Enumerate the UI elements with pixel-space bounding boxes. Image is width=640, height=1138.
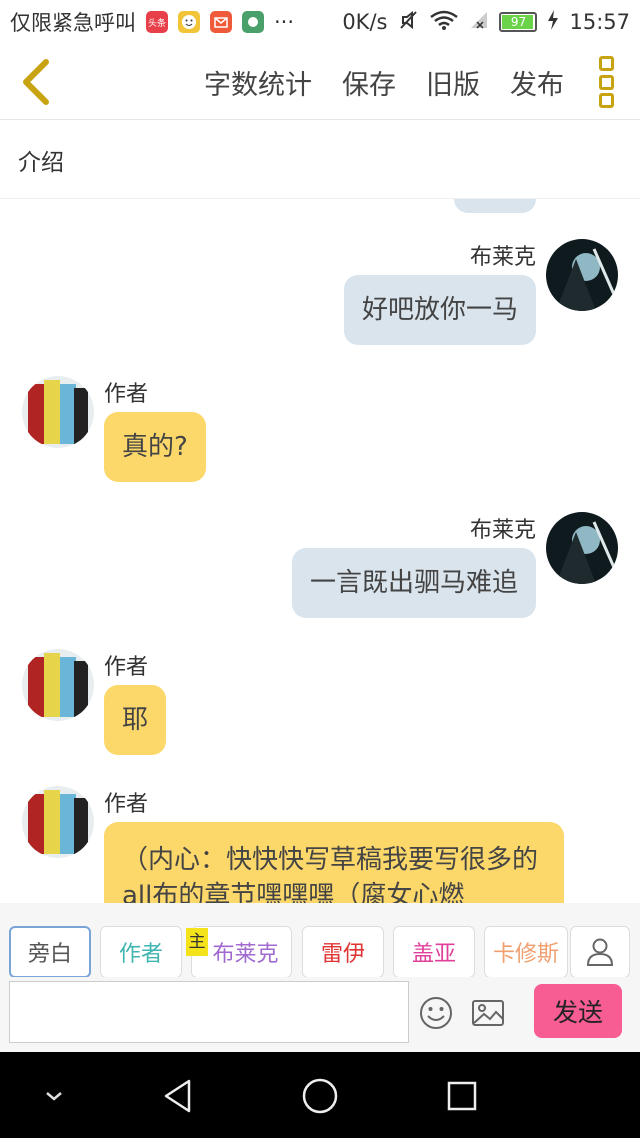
- menu-dot-icon: [598, 56, 614, 71]
- signal-icon: [469, 10, 489, 35]
- avatar-author[interactable]: [22, 786, 94, 858]
- role-label: 布莱克: [212, 942, 279, 967]
- role-label: 旁白: [27, 942, 72, 967]
- avatar-author[interactable]: [22, 376, 94, 448]
- role-label: 雷伊: [320, 942, 365, 967]
- game-app-icon: [242, 11, 264, 33]
- hide-keyboard-button[interactable]: [32, 1074, 76, 1118]
- square-recents-icon: [447, 1081, 477, 1111]
- chevron-left-icon: [23, 58, 49, 105]
- more-menu-button[interactable]: [594, 56, 618, 108]
- chevron-down-icon: [46, 1092, 62, 1101]
- send-button[interactable]: 发送: [534, 984, 622, 1038]
- smiley-app-icon: [178, 11, 200, 33]
- status-bar: 仅限紧急呼叫 头条 ··· 0K/s 97 15:57: [0, 0, 640, 44]
- nav-recents-button[interactable]: [440, 1074, 484, 1118]
- role-gaia[interactable]: 盖亚: [393, 926, 475, 978]
- charging-icon: [547, 9, 559, 36]
- role-label: 作者: [118, 942, 163, 967]
- role-label: 卡修斯: [492, 942, 559, 967]
- role-leiyi[interactable]: 雷伊: [302, 926, 384, 978]
- role-cassius[interactable]: 卡修斯: [484, 926, 568, 978]
- menu-dot-icon: [598, 74, 614, 90]
- composer-bar: 发送: [0, 977, 640, 1052]
- battery-indicator: 97: [499, 12, 538, 32]
- wifi-icon: [429, 9, 459, 36]
- mute-icon: [397, 9, 419, 36]
- editor-toolbar: 字数统计 保存 旧版 发布: [0, 44, 640, 120]
- sender-name: 作者: [104, 792, 149, 817]
- person-icon: [586, 938, 614, 966]
- smiley-icon: [420, 997, 452, 1029]
- intro-label: 介绍: [18, 149, 64, 176]
- message-input[interactable]: [9, 981, 409, 1043]
- avatar-author[interactable]: [22, 649, 94, 721]
- circle-home-icon: [302, 1078, 338, 1114]
- message-bubble[interactable]: 真的?: [104, 412, 206, 482]
- avatar-blake[interactable]: [546, 239, 618, 311]
- mail-app-icon: [210, 11, 232, 33]
- emoji-button[interactable]: [418, 995, 454, 1031]
- carrier-text: 仅限紧急呼叫: [10, 11, 136, 35]
- word-count-button[interactable]: 字数统计: [204, 63, 312, 102]
- toutiao-icon: 头条: [146, 11, 168, 33]
- image-button[interactable]: [470, 995, 506, 1031]
- system-nav-bar: [0, 1052, 640, 1138]
- message-bubble[interactable]: 耶: [104, 685, 167, 755]
- triangle-back-icon: [164, 1079, 191, 1113]
- publish-button[interactable]: 发布: [510, 63, 564, 102]
- clock: 15:57: [569, 10, 630, 34]
- back-button[interactable]: [0, 44, 70, 120]
- role-label: 盖亚: [411, 942, 456, 967]
- chat-area[interactable]: 布莱克 好吧放你一马 作者 真的? 布莱克 一言既出驷马难追 作者 耶 作者 （…: [0, 199, 640, 903]
- intro-row[interactable]: 介绍: [0, 121, 640, 199]
- image-icon: [472, 1000, 504, 1026]
- sender-name: 布莱克: [469, 245, 536, 270]
- net-speed: 0K/s: [342, 10, 388, 34]
- sender-name: 布莱克: [469, 518, 536, 543]
- old-version-button[interactable]: 旧版: [426, 63, 480, 102]
- save-button[interactable]: 保存: [342, 63, 396, 102]
- role-selector: 旁白 作者 布莱克 主 雷伊 盖亚 卡修斯: [0, 903, 640, 978]
- main-role-badge: 主: [186, 928, 208, 956]
- battery-level: 97: [510, 15, 527, 29]
- role-author[interactable]: 作者: [100, 926, 182, 978]
- message-bubble[interactable]: （内心：快快快写草稿我要写很多的all布的章节嘿嘿嘿（腐女心燃: [104, 822, 564, 903]
- add-role-button[interactable]: [570, 926, 630, 978]
- role-narrator[interactable]: 旁白: [9, 926, 91, 978]
- message-bubble[interactable]: 好吧放你一马: [343, 275, 536, 345]
- more-notifications-icon: ···: [274, 10, 295, 34]
- message-bubble[interactable]: 一言既出驷马难追: [291, 548, 536, 618]
- nav-back-button[interactable]: [156, 1074, 200, 1118]
- sender-name: 作者: [104, 382, 149, 407]
- previous-message-bubble[interactable]: [454, 199, 536, 213]
- sender-name: 作者: [104, 655, 149, 680]
- nav-home-button[interactable]: [298, 1074, 342, 1118]
- menu-dot-icon: [598, 93, 614, 108]
- avatar-blake[interactable]: [546, 512, 618, 584]
